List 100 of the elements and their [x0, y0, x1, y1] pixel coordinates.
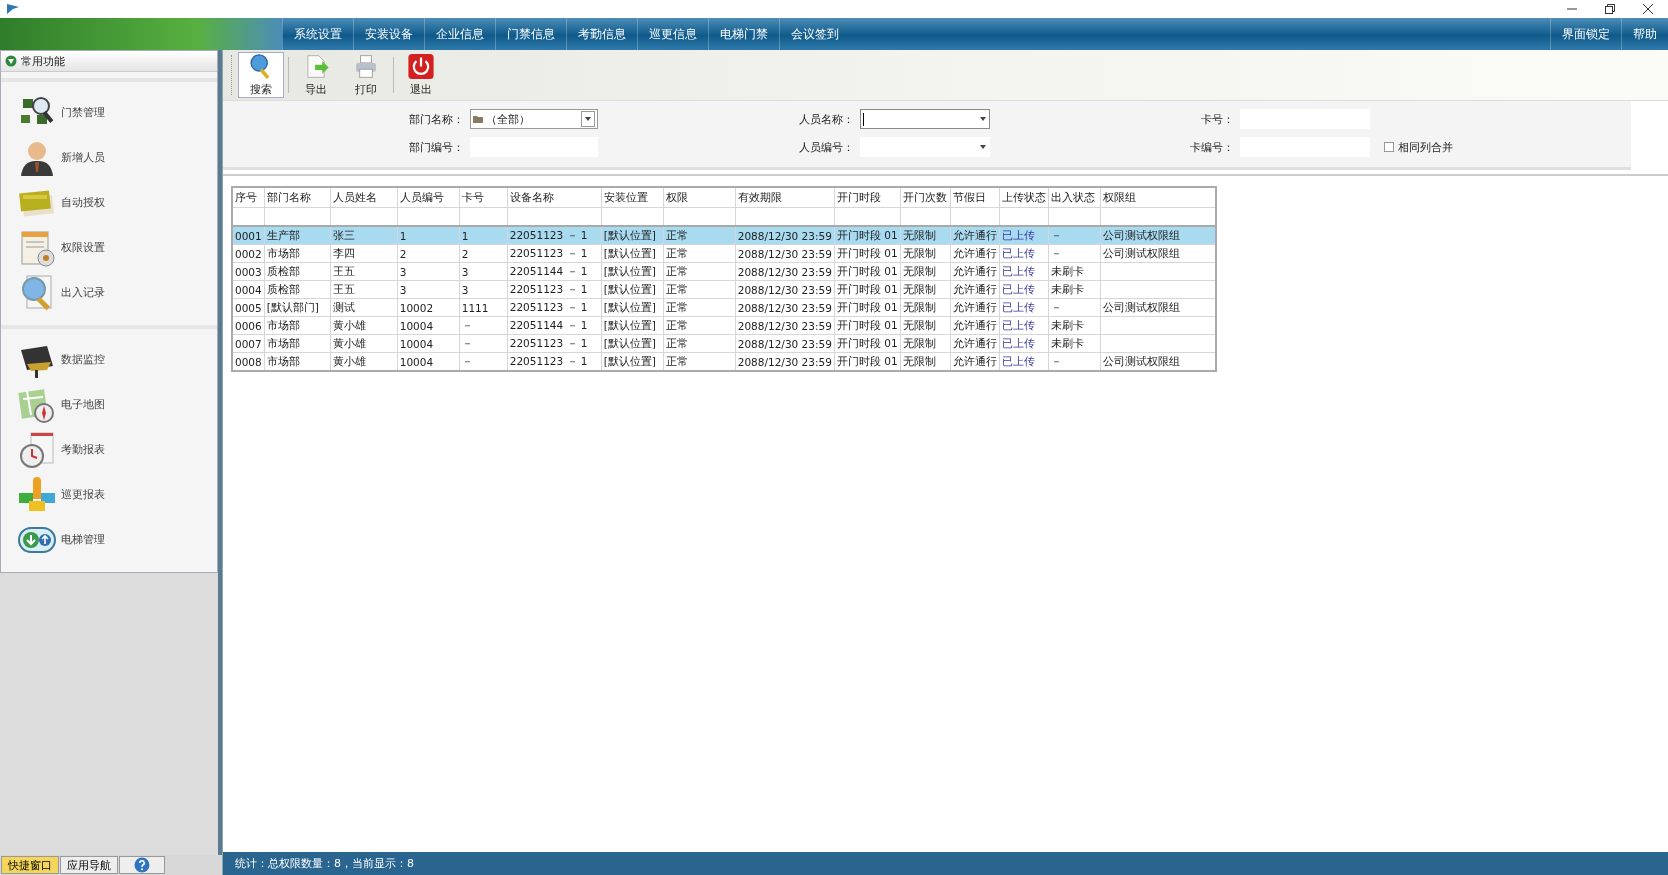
table-cell: [默认位置] [601, 280, 664, 299]
table-cell: [默认位置] [601, 352, 664, 371]
table-cell: 22051123 － 1 [507, 334, 602, 353]
export-button[interactable]: 导出 [293, 52, 339, 98]
column-header[interactable]: 权限 [663, 187, 736, 208]
field-label: 人员名称： [797, 111, 854, 127]
attendance-icon [17, 429, 57, 470]
column-header[interactable]: 部门名称 [264, 187, 331, 208]
dropdown-icon[interactable] [978, 144, 987, 150]
print-button[interactable]: 打印 [343, 52, 389, 98]
field-label: 部门名称： [408, 111, 465, 127]
table-cell: 2088/12/30 23:59 [735, 352, 835, 371]
table-cell: 允许通行 [950, 244, 1000, 263]
dropdown-icon[interactable] [584, 116, 593, 122]
table-cell: 2088/12/30 23:59 [735, 280, 835, 299]
sidebar-item[interactable]: 巡更报表 [1, 472, 217, 517]
field-label: 卡号： [1199, 111, 1234, 127]
table-cell: 无限制 [900, 262, 951, 281]
table-cell: 黄小雄 [330, 334, 398, 353]
table-cell: 3 [397, 262, 460, 281]
search-button[interactable]: 搜索 [238, 52, 284, 98]
table-cell: 允许通行 [950, 298, 1000, 317]
column-header[interactable]: 设备名称 [507, 187, 602, 208]
table-cell: 开门时段 01 [834, 334, 901, 353]
table-cell: [默认位置] [601, 244, 664, 263]
help-icon [134, 857, 150, 873]
column-header[interactable]: 出入状态 [1048, 187, 1101, 208]
table-cell: － [1048, 244, 1101, 263]
table-cell: 2088/12/30 23:59 [735, 244, 835, 263]
table-cell: 0002 [232, 244, 265, 263]
help-tab[interactable] [119, 856, 165, 874]
table-cell: － [1048, 298, 1101, 317]
table-cell: 2 [459, 244, 508, 263]
table-cell: 正常 [663, 262, 736, 281]
restore-icon[interactable] [1604, 3, 1616, 15]
sidebar-item[interactable]: 出入记录 [1, 270, 217, 315]
table-cell: 已上传 [999, 244, 1049, 263]
close-icon[interactable] [1642, 3, 1654, 15]
table-cell: 正常 [663, 244, 736, 263]
table-cell: 王五 [330, 280, 398, 299]
table-cell: 无限制 [900, 244, 951, 263]
table-cell: 3 [459, 262, 508, 281]
column-header[interactable]: 开门时段 [834, 187, 901, 208]
sidebar-item[interactable]: 门禁管理 [1, 90, 217, 135]
column-header[interactable]: 安装位置 [601, 187, 664, 208]
dropdown-icon[interactable] [978, 116, 987, 122]
column-header[interactable]: 有效期限 [735, 187, 835, 208]
sidebar-item[interactable]: 新增人员 [1, 135, 217, 180]
table-cell: 22051144 － 1 [507, 262, 602, 281]
table-cell: 正常 [663, 352, 736, 371]
table-cell: [默认位置] [601, 334, 664, 353]
table-cell: 市场部 [264, 334, 331, 353]
sidebar-item[interactable]: 电子地图 [1, 382, 217, 427]
table-cell: 22051144 － 1 [507, 316, 602, 335]
merge-checkbox[interactable]: 相同列合并 [1375, 139, 1631, 155]
table-cell: 李四 [330, 244, 398, 263]
sidebar-item[interactable]: 权限设置 [1, 225, 217, 270]
table-cell: 正常 [663, 298, 736, 317]
table-cell: 2088/12/30 23:59 [735, 316, 835, 335]
column-header[interactable]: 人员编号 [397, 187, 460, 208]
table-cell: 开门时段 01 [834, 352, 901, 371]
sidebar-item[interactable]: 考勤报表 [1, 427, 217, 472]
table-cell: 市场部 [264, 316, 331, 335]
table-cell: 王五 [330, 262, 398, 281]
column-header[interactable]: 上传状态 [999, 187, 1049, 208]
table-cell: 已上传 [999, 298, 1049, 317]
table-cell: 正常 [663, 280, 736, 299]
column-header[interactable]: 开门次数 [900, 187, 951, 208]
table-cell: 10004 [397, 316, 460, 335]
table-cell: 22051123 － 1 [507, 244, 602, 263]
table-cell: 0005 [232, 298, 265, 317]
exit-button[interactable]: 退出 [398, 52, 444, 98]
bottom-tab[interactable]: 应用导航 [60, 856, 118, 874]
bottom-tab[interactable]: 快捷窗口 [1, 856, 59, 874]
table-cell: 无限制 [900, 298, 951, 317]
collapse-icon[interactable] [5, 55, 17, 67]
column-header[interactable]: 序号 [232, 187, 265, 208]
table-cell: 无限制 [900, 316, 951, 335]
table-cell: 未刷卡 [1048, 262, 1101, 281]
sidebar-item[interactable]: 自动授权 [1, 180, 217, 225]
field-label: 卡编号： [1188, 139, 1234, 155]
table-cell: 正常 [663, 316, 736, 335]
department-combo[interactable]: （全部） [470, 109, 599, 129]
table-cell: 1111 [459, 298, 508, 317]
combo-field[interactable] [859, 109, 990, 129]
column-header[interactable]: 卡号 [459, 187, 508, 208]
sidebar-item[interactable]: 电梯管理 [1, 517, 217, 562]
table-cell: 未刷卡 [1048, 280, 1101, 299]
column-header[interactable]: 节假日 [950, 187, 1000, 208]
status-text: 统计：总权限数量：8，当前显示：8 [234, 856, 414, 872]
sidebar-title: 常用功能 [21, 53, 65, 69]
table-cell: 0004 [232, 280, 265, 299]
table-cell: [默认部门] [264, 298, 331, 317]
table-cell: 0006 [232, 316, 265, 335]
table-cell: 质检部 [264, 280, 331, 299]
sidebar-item[interactable]: 数据监控 [1, 337, 217, 382]
table-cell: 已上传 [999, 262, 1049, 281]
table-cell: 22051123 － 1 [507, 280, 602, 299]
column-header[interactable]: 人员姓名 [330, 187, 398, 208]
table-cell: － [459, 316, 508, 335]
